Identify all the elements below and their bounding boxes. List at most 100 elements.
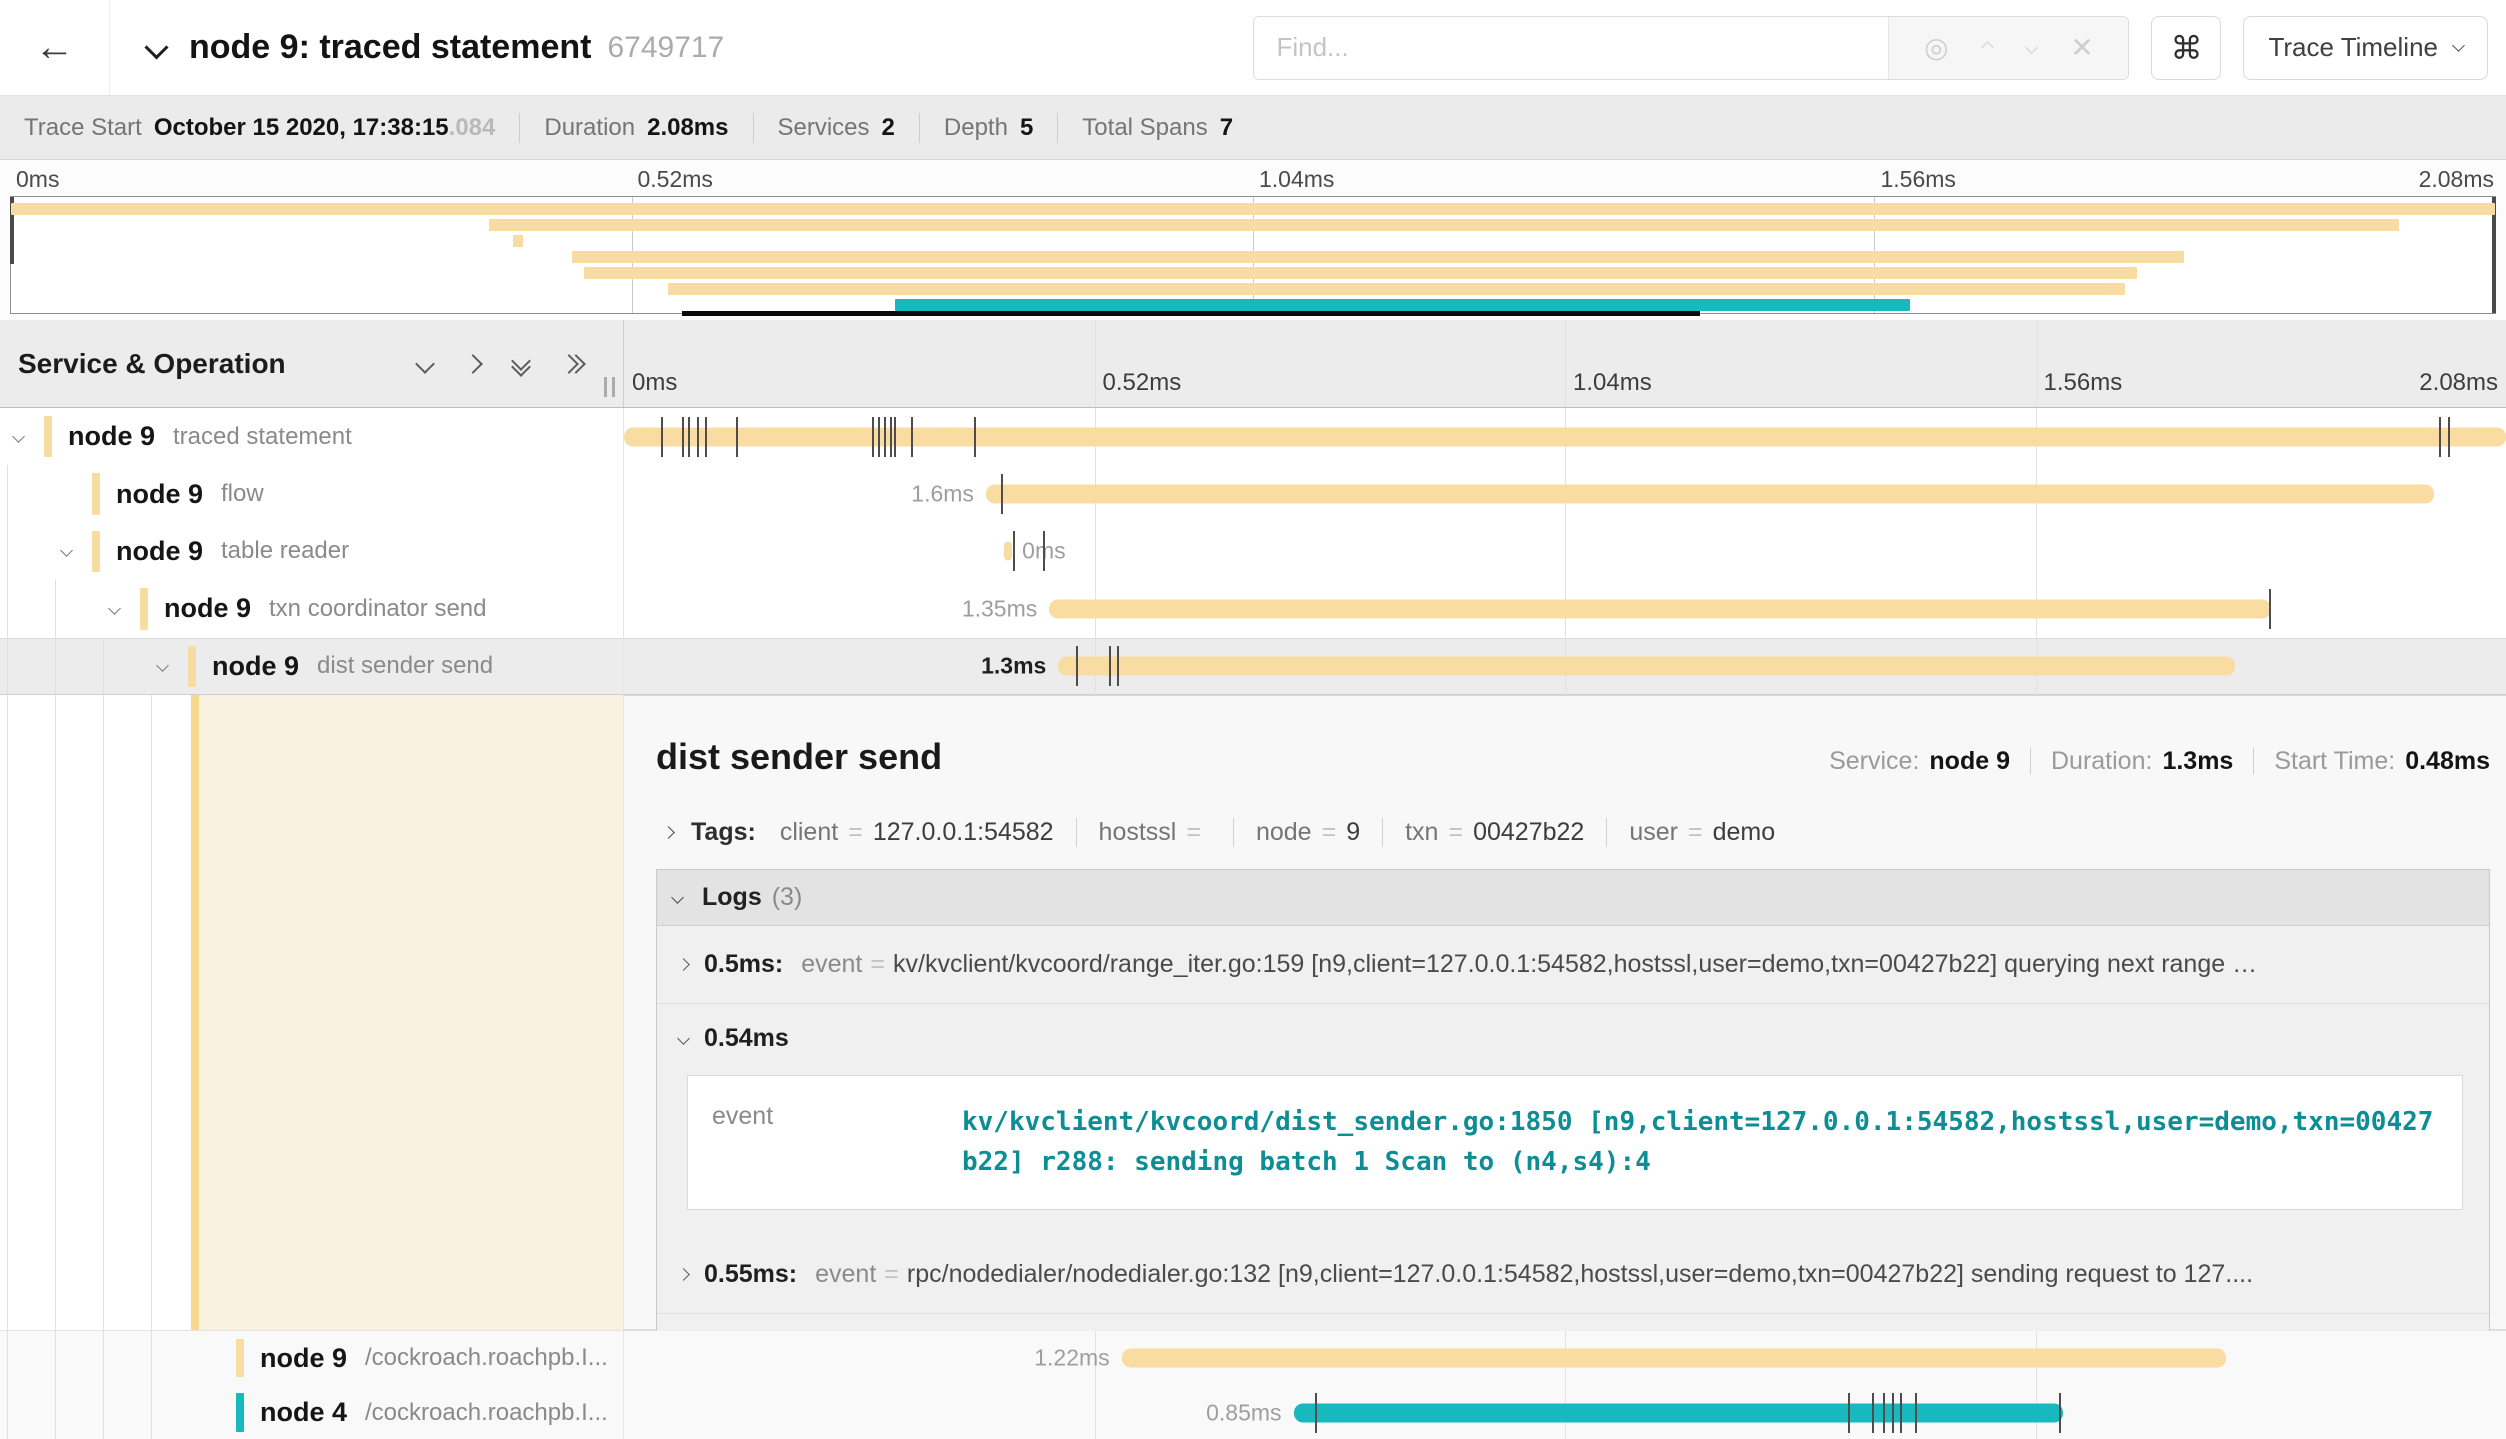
duration-item: Duration 2.08ms bbox=[544, 114, 728, 142]
indent-guide bbox=[7, 1385, 8, 1439]
log-tick bbox=[1915, 1393, 1917, 1433]
minimap-span-bar bbox=[489, 219, 2400, 231]
span-row[interactable]: node 9dist sender send1.3ms bbox=[0, 638, 2506, 695]
span-row-label-cell[interactable]: node 9traced statement bbox=[0, 408, 623, 465]
minimap-canvas[interactable] bbox=[10, 196, 2496, 314]
total-spans-label: Total Spans bbox=[1082, 114, 1207, 142]
span-row[interactable]: node 9/cockroach.roachpb.I...1.22ms bbox=[0, 1331, 2506, 1386]
span-row[interactable]: node 9table reader0ms bbox=[0, 523, 2506, 580]
indent-guide bbox=[7, 465, 8, 522]
log-tick bbox=[894, 417, 896, 457]
tag-value: demo bbox=[1713, 818, 1776, 847]
equals-sign: = bbox=[1448, 818, 1463, 847]
span-row-bar-cell[interactable]: 1.35ms bbox=[623, 580, 2506, 637]
prev-match-chevron-up-icon[interactable] bbox=[1981, 41, 1994, 54]
span-row-label-cell[interactable]: node 9dist sender send bbox=[0, 638, 623, 695]
span-row[interactable]: node 9flow1.6ms bbox=[0, 465, 2506, 522]
indent-guide bbox=[7, 580, 8, 637]
log-tick bbox=[688, 417, 690, 457]
span-bar[interactable] bbox=[1294, 1403, 2063, 1422]
services-item: Services 2 bbox=[778, 114, 895, 142]
trace-view-dropdown[interactable]: Trace Timeline bbox=[2243, 16, 2488, 80]
span-row-bar-cell[interactable] bbox=[623, 408, 2506, 465]
collapse-trace-chevron-icon[interactable] bbox=[144, 35, 168, 59]
operation-name: table reader bbox=[221, 537, 349, 565]
span-row-label-cell[interactable]: node 9/cockroach.roachpb.I... bbox=[0, 1331, 623, 1386]
equals-sign: = bbox=[870, 950, 885, 979]
span-row-bar-cell[interactable]: 1.6ms bbox=[623, 465, 2506, 522]
span-row[interactable]: node 4/cockroach.roachpb.I... 0.85ms bbox=[0, 1385, 2506, 1439]
expand-chevron-icon[interactable] bbox=[62, 542, 71, 560]
tag-value: 9 bbox=[1346, 818, 1360, 847]
detail-title-row: dist sender send Service: node 9 Duratio… bbox=[656, 714, 2490, 792]
clear-search-close-icon[interactable]: ✕ bbox=[2070, 34, 2093, 62]
span-bar[interactable] bbox=[624, 427, 2506, 446]
span-row[interactable]: node 9txn coordinator send1.35ms bbox=[0, 580, 2506, 637]
start-time-value: 0.48ms bbox=[2405, 747, 2490, 776]
log-tick bbox=[1315, 1393, 1317, 1433]
find-input[interactable] bbox=[1254, 17, 1888, 79]
minimap-tick-labels: 0ms 0.52ms 1.04ms 1.56ms 2.08ms bbox=[10, 160, 2496, 196]
back-arrow-icon: ← bbox=[35, 25, 75, 70]
log-collapse-row[interactable]: 0.54ms bbox=[673, 1024, 2469, 1053]
expand-chevron-icon[interactable] bbox=[14, 428, 23, 446]
logs-header[interactable]: Logs (3) bbox=[657, 870, 2489, 926]
span-row-label-cell[interactable]: node 9table reader bbox=[0, 523, 623, 580]
logs-count: (3) bbox=[772, 883, 803, 912]
log-tick bbox=[2059, 1393, 2061, 1433]
duration-label: Duration bbox=[544, 114, 635, 142]
total-spans-item: Total Spans 7 bbox=[1082, 114, 1233, 142]
column-resize-grip[interactable] bbox=[604, 377, 615, 397]
span-row[interactable]: node 9traced statement bbox=[0, 408, 2506, 465]
logs-title: Logs bbox=[702, 883, 762, 912]
span-row-label-cell[interactable]: node 9flow bbox=[0, 465, 623, 522]
log-tick bbox=[1848, 1393, 1850, 1433]
next-match-chevron-down-icon[interactable] bbox=[2025, 41, 2038, 54]
locate-icon[interactable]: ◎ bbox=[1924, 34, 1948, 62]
minimap-span-bar bbox=[584, 267, 2137, 279]
ruler-tick: 1.04ms bbox=[1573, 369, 1652, 397]
log-entry[interactable]: 0.5ms: event = kv/kvclient/kvcoord/range… bbox=[657, 926, 2489, 1003]
find-tools: ◎ ✕ bbox=[1888, 17, 2128, 79]
tags-row[interactable]: Tags: client = 127.0.0.1:54582 hostssl =… bbox=[656, 808, 2490, 869]
span-bar[interactable] bbox=[1122, 1349, 2226, 1368]
service-name: node 4 bbox=[260, 1397, 347, 1428]
minimap-span-bar bbox=[572, 251, 2184, 263]
equals-sign: = bbox=[848, 818, 863, 847]
expand-one-chevron-right-icon[interactable] bbox=[466, 357, 480, 371]
expand-all-double-chevron-right-icon[interactable] bbox=[562, 357, 583, 371]
separator bbox=[2030, 748, 2031, 774]
span-row-bar-cell[interactable]: 1.3ms bbox=[623, 638, 2506, 695]
log-tick bbox=[890, 417, 892, 457]
tags-expand-chevron-icon[interactable] bbox=[662, 826, 675, 839]
span-row-label-cell[interactable]: node 9txn coordinator send bbox=[0, 580, 623, 637]
expand-chevron-icon[interactable] bbox=[110, 600, 119, 618]
indent-guide bbox=[103, 1331, 104, 1386]
tag-item: txn = 00427b22 bbox=[1382, 818, 1584, 847]
span-row-bar-cell[interactable]: 0.85ms bbox=[623, 1385, 2506, 1439]
expand-chevron-icon[interactable] bbox=[158, 657, 167, 675]
span-bar[interactable] bbox=[986, 485, 2434, 504]
depth-label: Depth bbox=[944, 114, 1008, 142]
collapse-one-chevron-down-icon[interactable] bbox=[418, 357, 432, 371]
back-button[interactable]: ← bbox=[0, 0, 110, 95]
span-bar[interactable] bbox=[1049, 599, 2270, 618]
page-title: node 9: traced statement bbox=[189, 28, 591, 67]
span-row-label-cell[interactable]: node 4/cockroach.roachpb.I... bbox=[0, 1385, 623, 1439]
keyboard-shortcuts-button[interactable]: ⌘ bbox=[2151, 16, 2221, 80]
tag-key: client bbox=[780, 818, 838, 847]
span-bar[interactable] bbox=[1058, 657, 2234, 676]
collapse-all-double-chevron-down-icon[interactable] bbox=[514, 354, 528, 374]
indent-guide bbox=[55, 1385, 56, 1439]
log-key: event bbox=[712, 1102, 962, 1183]
log-entry[interactable]: 0.55ms: event = rpc/nodedialer/nodediale… bbox=[657, 1236, 2489, 1313]
span-row-bar-cell[interactable]: 1.22ms bbox=[623, 1331, 2506, 1386]
tag-key: hostssl bbox=[1099, 818, 1177, 847]
chevron-down-icon bbox=[2452, 39, 2465, 52]
separator bbox=[2253, 748, 2254, 774]
span-row-bar-cell[interactable]: 0ms bbox=[623, 523, 2506, 580]
indent-guide bbox=[7, 1331, 8, 1386]
span-bar[interactable] bbox=[1004, 542, 1012, 561]
log-tick bbox=[1013, 531, 1015, 571]
span-duration-label: 0.85ms bbox=[1206, 1399, 1281, 1426]
